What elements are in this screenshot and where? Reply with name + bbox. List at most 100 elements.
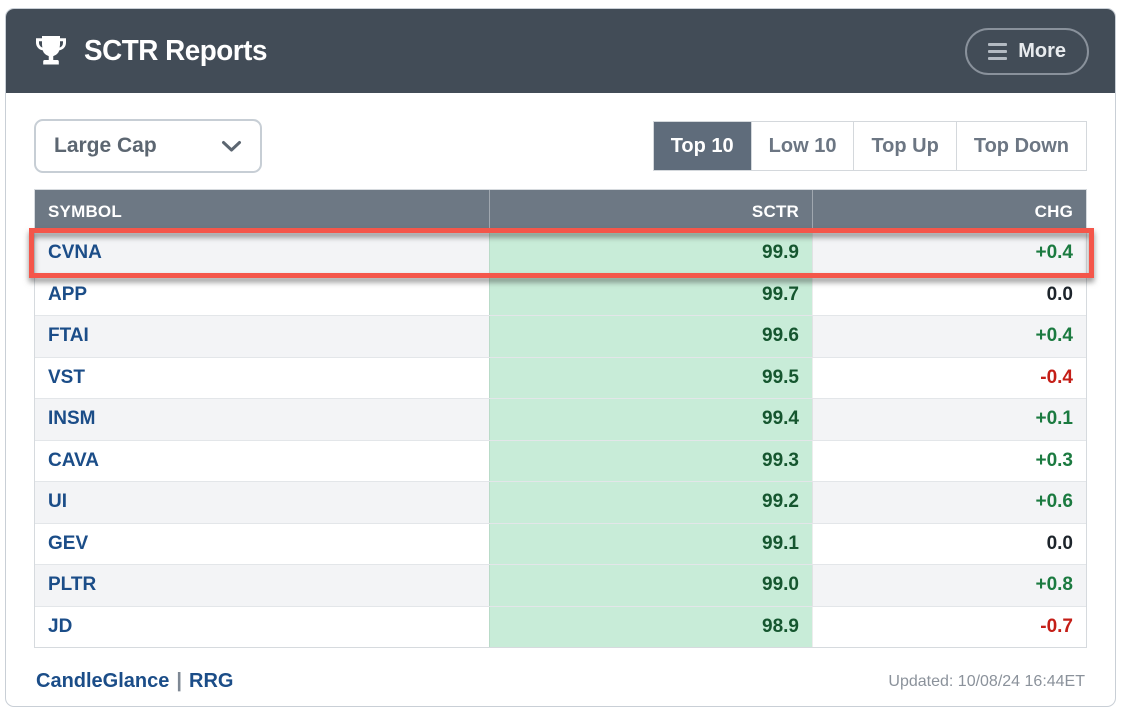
sctr-value: 99.4 [762, 408, 799, 430]
chg-cell: +0.8 [812, 565, 1086, 606]
sctr-value: 99.3 [762, 450, 799, 472]
trophy-icon [32, 33, 70, 69]
table-row: PLTR 99.0 +0.8 [35, 564, 1086, 606]
symbol-cell: VST [35, 358, 489, 399]
symbol-cell: UI [35, 482, 489, 523]
sctr-value: 99.2 [762, 491, 799, 513]
more-button-label: More [1018, 40, 1066, 63]
chg-cell: -0.4 [812, 358, 1086, 399]
view-tabs: Top 10Low 10Top UpTop Down [653, 121, 1087, 171]
table-row: JD 98.9 -0.7 [35, 606, 1086, 648]
chg-cell: +0.3 [812, 441, 1086, 482]
table-header-row: SYMBOL SCTR CHG [35, 190, 1086, 233]
chevron-down-icon [221, 140, 242, 153]
header-title-group: SCTR Reports [32, 33, 275, 69]
chg-cell: 0.0 [812, 524, 1086, 565]
controls-row: Large Cap Top 10Low 10Top UpTop Down [34, 119, 1087, 173]
chg-cell: +0.6 [812, 482, 1086, 523]
sctr-table: SYMBOL SCTR CHG CVNA 99.9 +0.4 APP 99.7 … [34, 189, 1087, 648]
chg-cell: +0.4 [812, 316, 1086, 357]
symbol-link[interactable]: GEV [48, 533, 88, 555]
sctr-value: 99.6 [762, 325, 799, 347]
symbol-link[interactable]: JD [48, 616, 72, 638]
chg-cell: +0.4 [812, 233, 1086, 274]
chg-value: 0.0 [1047, 284, 1073, 306]
widget-header: SCTR Reports More [6, 9, 1115, 93]
sctr-value: 98.9 [762, 616, 799, 638]
symbol-link[interactable]: CAVA [48, 450, 99, 472]
table-row: INSM 99.4 +0.1 [35, 398, 1086, 440]
sctr-reports-widget: SCTR Reports More Large Cap Top 10Low 10… [5, 8, 1116, 707]
more-button[interactable]: More [965, 28, 1089, 75]
table-row: FTAI 99.6 +0.4 [35, 315, 1086, 357]
sctr-cell: 99.1 [489, 524, 812, 565]
tab-low-10[interactable]: Low 10 [751, 122, 854, 170]
symbol-cell: INSM [35, 399, 489, 440]
chg-value: 0.0 [1047, 533, 1073, 555]
chg-value: +0.4 [1035, 325, 1073, 347]
sctr-cell: 98.9 [489, 607, 812, 648]
sctr-value: 99.9 [762, 242, 799, 264]
symbol-cell: JD [35, 607, 489, 648]
symbol-cell: CVNA [35, 233, 489, 274]
chg-cell: 0.0 [812, 275, 1086, 316]
group-select[interactable]: Large Cap [34, 119, 262, 173]
symbol-cell: FTAI [35, 316, 489, 357]
column-header-chg: CHG [812, 190, 1086, 233]
symbol-cell: PLTR [35, 565, 489, 606]
sctr-cell: 99.2 [489, 482, 812, 523]
sctr-cell: 99.4 [489, 399, 812, 440]
sctr-value: 99.1 [762, 533, 799, 555]
symbol-link[interactable]: UI [48, 491, 67, 513]
chg-value: -0.4 [1040, 367, 1073, 389]
updated-timestamp: Updated: 10/08/24 16:44ET [888, 673, 1085, 691]
page-title: SCTR Reports [84, 35, 267, 68]
table-row: UI 99.2 +0.6 [35, 481, 1086, 523]
symbol-cell: APP [35, 275, 489, 316]
table-row: APP 99.7 0.0 [35, 274, 1086, 316]
rrg-link[interactable]: RRG [189, 670, 233, 693]
chg-value: +0.3 [1035, 450, 1073, 472]
table-row: GEV 99.1 0.0 [35, 523, 1086, 565]
sctr-cell: 99.3 [489, 441, 812, 482]
table-row: VST 99.5 -0.4 [35, 357, 1086, 399]
link-separator: | [176, 670, 182, 693]
chg-value: +0.6 [1035, 491, 1073, 513]
widget-content: Large Cap Top 10Low 10Top UpTop Down SYM… [6, 93, 1115, 693]
chg-value: +0.8 [1035, 574, 1073, 596]
sctr-cell: 99.0 [489, 565, 812, 606]
table-body: CVNA 99.9 +0.4 APP 99.7 0.0 FTAI 99.6 +0… [35, 233, 1086, 647]
sctr-value: 99.7 [762, 284, 799, 306]
tab-top-up[interactable]: Top Up [853, 122, 955, 170]
tab-top-10[interactable]: Top 10 [654, 122, 751, 170]
chg-cell: +0.1 [812, 399, 1086, 440]
column-header-sctr: SCTR [489, 190, 812, 233]
menu-icon [988, 43, 1007, 60]
sctr-value: 99.5 [762, 367, 799, 389]
symbol-link[interactable]: VST [48, 367, 85, 389]
chg-value: +0.4 [1035, 242, 1073, 264]
chg-value: +0.1 [1035, 408, 1073, 430]
table-row: CVNA 99.9 +0.4 [35, 233, 1086, 274]
chg-value: -0.7 [1040, 616, 1073, 638]
symbol-link[interactable]: FTAI [48, 325, 89, 347]
footer-links: CandleGlance | RRG [36, 670, 233, 693]
sctr-cell: 99.9 [489, 233, 812, 274]
symbol-link[interactable]: CVNA [48, 242, 102, 264]
sctr-value: 99.0 [762, 574, 799, 596]
sctr-cell: 99.7 [489, 275, 812, 316]
symbol-link[interactable]: APP [48, 284, 87, 306]
symbol-cell: GEV [35, 524, 489, 565]
chg-cell: -0.7 [812, 607, 1086, 648]
symbol-link[interactable]: PLTR [48, 574, 96, 596]
symbol-cell: CAVA [35, 441, 489, 482]
sctr-cell: 99.6 [489, 316, 812, 357]
column-header-symbol: SYMBOL [35, 190, 489, 233]
symbol-link[interactable]: INSM [48, 408, 96, 430]
table-row: CAVA 99.3 +0.3 [35, 440, 1086, 482]
widget-footer: CandleGlance | RRG Updated: 10/08/24 16:… [34, 670, 1087, 693]
sctr-cell: 99.5 [489, 358, 812, 399]
candleglance-link[interactable]: CandleGlance [36, 670, 169, 693]
tab-top-down[interactable]: Top Down [956, 122, 1086, 170]
group-select-value: Large Cap [54, 134, 157, 158]
